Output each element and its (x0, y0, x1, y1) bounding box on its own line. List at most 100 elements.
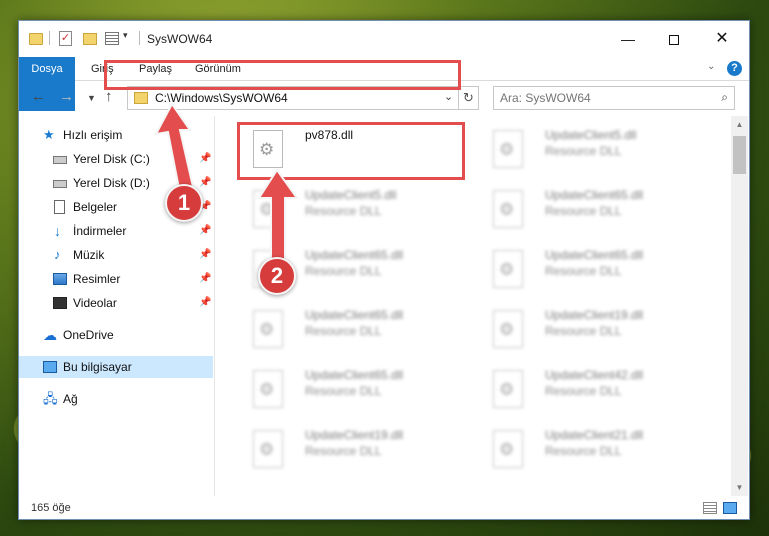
dll-file-icon (253, 310, 283, 348)
details-view-icon[interactable] (703, 502, 717, 514)
address-highlight (104, 60, 461, 90)
nav-label: İndirmeler (73, 224, 127, 238)
file-item[interactable]: UpdateClient19.dll Resource DLL (477, 302, 707, 356)
title-bar: ✓ ▾ SysWOW64 — ✕ (19, 21, 749, 57)
maximize-icon (669, 35, 679, 46)
search-icon[interactable]: ⌕ (721, 90, 728, 105)
file-type: Resource DLL (305, 444, 382, 458)
close-button[interactable]: ✕ (699, 25, 745, 53)
file-name: UpdateClient19.dll (305, 428, 404, 442)
scroll-down-icon[interactable]: ▼ (731, 479, 748, 496)
downloads-icon: ↓ (54, 223, 61, 239)
step-badge-2: 2 (258, 257, 296, 295)
file-type: Resource DLL (305, 324, 382, 338)
file-type: Resource DLL (545, 384, 622, 398)
back-button[interactable]: ← (31, 88, 46, 105)
this-pc-icon (43, 361, 57, 373)
nav-item-network[interactable]: 🖧 Ağ (19, 388, 213, 410)
dll-file-icon (493, 190, 523, 228)
ribbon-expand-icon[interactable]: ⌄ (707, 61, 715, 72)
file-item[interactable]: UpdateClient21.dll Resource DLL (477, 422, 707, 476)
nav-label: Resimler (73, 272, 121, 286)
arrow-2-icon (257, 168, 299, 265)
properties-check-icon[interactable]: ✓ (59, 31, 72, 46)
file-item[interactable]: UpdateClient19.dll Resource DLL (237, 422, 467, 476)
nav-label: Videolar (73, 296, 117, 310)
file-name: UpdateClient5.dll (545, 128, 637, 142)
file-name: UpdateClient65.dll (305, 248, 404, 262)
file-item[interactable]: UpdateClient65.dll Resource DLL (477, 242, 707, 296)
pin-icon[interactable]: 📌 (199, 244, 211, 266)
file-type: Resource DLL (305, 384, 382, 398)
dll-file-icon (493, 370, 523, 408)
dll-file-icon (493, 130, 523, 168)
nav-item-onedrive[interactable]: ☁ OneDrive (19, 324, 213, 346)
dll-file-icon (253, 430, 283, 468)
file-name: UpdateClient65.dll (305, 308, 404, 322)
nav-item-pictures[interactable]: Resimler 📌 (19, 268, 213, 290)
nav-item-downloads[interactable]: ↓ İndirmeler 📌 (19, 220, 213, 242)
network-icon: 🖧 (43, 391, 58, 406)
nav-label: Bu bilgisayar (63, 360, 132, 374)
nav-item-this-pc[interactable]: Bu bilgisayar (19, 356, 213, 378)
nav-label: Yerel Disk (C:) (73, 152, 150, 166)
folder-icon (29, 33, 43, 45)
recent-locations-icon[interactable]: ▼ (87, 93, 96, 103)
divider (49, 31, 50, 45)
help-icon[interactable]: ? (727, 61, 742, 76)
file-type: Resource DLL (305, 204, 382, 218)
file-item[interactable]: UpdateClient65.dll Resource DLL (477, 182, 707, 236)
status-bar: 165 öğe (19, 497, 749, 519)
scroll-thumb[interactable] (733, 136, 746, 174)
dll-file-icon (493, 250, 523, 288)
up-button[interactable]: ↑ (105, 88, 113, 105)
scroll-up-icon[interactable]: ▲ (731, 116, 748, 133)
pin-icon[interactable]: 📌 (199, 292, 211, 314)
nav-item-videos[interactable]: Videolar 📌 (19, 292, 213, 314)
dll-file-icon (493, 310, 523, 348)
disk-icon (53, 156, 67, 164)
file-name: UpdateClient42.dll (545, 368, 644, 382)
vertical-scrollbar[interactable]: ▲ ▼ (731, 116, 748, 496)
search-input[interactable] (500, 90, 700, 106)
nav-label: Ağ (63, 392, 78, 406)
pin-icon[interactable]: 📌 (199, 268, 211, 290)
file-name: UpdateClient65.dll (545, 248, 644, 262)
file-type: Resource DLL (545, 444, 622, 458)
new-folder-icon[interactable] (83, 33, 97, 45)
file-type: Resource DLL (545, 144, 622, 158)
file-type: Resource DLL (545, 204, 622, 218)
file-name: UpdateClient5.dll (305, 188, 397, 202)
file-name: UpdateClient65.dll (305, 368, 404, 382)
divider (139, 31, 140, 45)
nav-label: OneDrive (63, 328, 114, 342)
dll-file-icon (253, 370, 283, 408)
forward-button[interactable]: → (59, 88, 74, 105)
refresh-button[interactable]: ↻ (459, 86, 479, 110)
folder-icon (134, 92, 148, 104)
nav-label: Hızlı erişim (63, 128, 123, 142)
file-item[interactable]: UpdateClient65.dll Resource DLL (237, 302, 467, 356)
file-item[interactable]: UpdateClient5.dll Resource DLL (477, 122, 707, 176)
nav-item-music[interactable]: ♪ Müzik 📌 (19, 244, 213, 266)
file-name: UpdateClient65.dll (545, 188, 644, 202)
onedrive-icon: ☁ (43, 327, 57, 343)
search-box[interactable]: ⌕ (493, 86, 735, 110)
file-name: UpdateClient21.dll (545, 428, 644, 442)
step-badge-1: 1 (165, 184, 203, 222)
pictures-icon (53, 273, 67, 285)
chevron-down-icon[interactable]: ⌄ (444, 90, 453, 103)
large-icons-view-icon[interactable] (723, 502, 737, 514)
videos-icon (53, 297, 67, 309)
pin-icon[interactable]: 📌 (199, 220, 211, 242)
file-item[interactable]: UpdateClient42.dll Resource DLL (477, 362, 707, 416)
chevron-down-icon[interactable]: ▾ (123, 30, 128, 46)
music-icon: ♪ (54, 247, 61, 262)
nav-label: Yerel Disk (D:) (73, 176, 150, 190)
maximize-button[interactable] (651, 25, 697, 53)
dll-file-icon (493, 430, 523, 468)
minimize-button[interactable]: — (605, 25, 651, 53)
nav-label: Belgeler (73, 200, 118, 214)
properties-icon[interactable] (105, 32, 119, 45)
file-item[interactable]: UpdateClient65.dll Resource DLL (237, 362, 467, 416)
